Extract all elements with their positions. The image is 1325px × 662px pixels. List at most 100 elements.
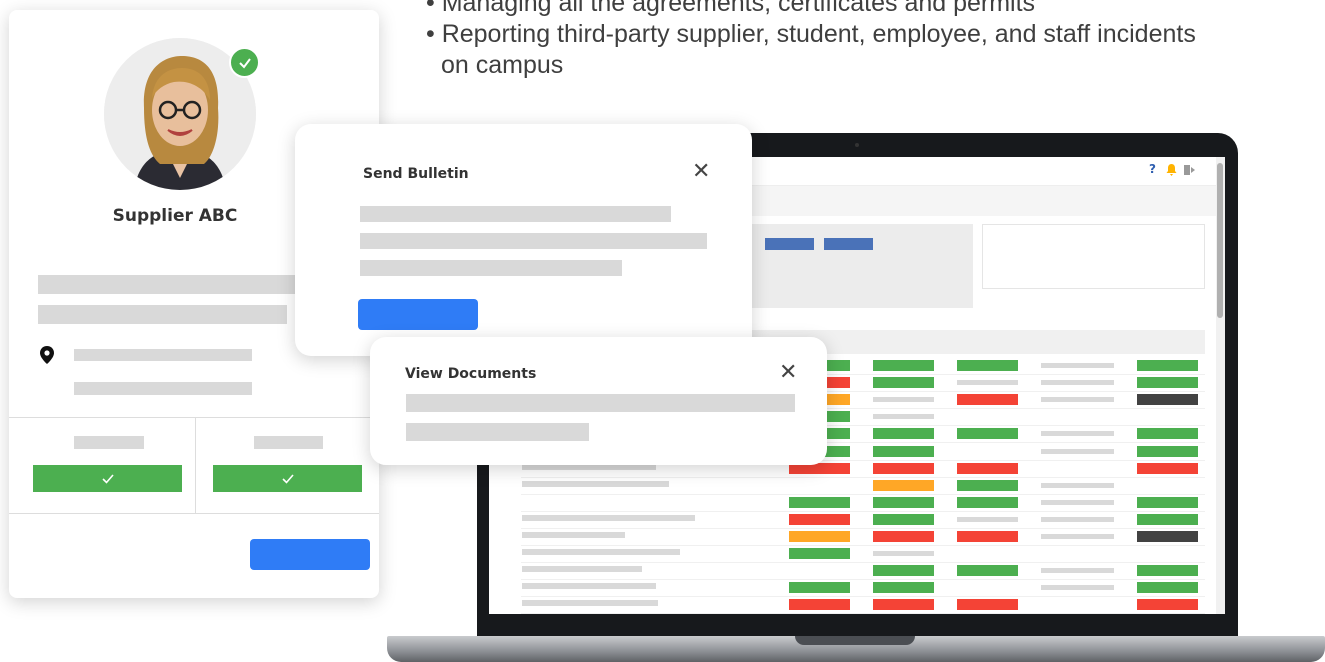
check-circle-icon (229, 47, 260, 78)
divider-vertical (195, 417, 196, 513)
feature-bullets: • Managing all the agreements, certifica… (426, 0, 1325, 81)
document-placeholder-2 (406, 423, 589, 441)
status-cell-green (789, 548, 850, 560)
status-cell-green (957, 479, 1018, 491)
status-cell-green (1137, 513, 1198, 525)
status-cell-green (789, 582, 850, 594)
status-cell-orange (873, 479, 934, 491)
filter-button-1[interactable] (765, 238, 814, 250)
status-cell-green (1137, 360, 1198, 371)
status-cell-grey (1041, 585, 1114, 591)
status-cell-dark (1137, 394, 1198, 406)
status-cell-grey (1041, 380, 1114, 386)
status-cell-grey (1041, 397, 1114, 403)
status-cell-grey (873, 397, 934, 403)
message-placeholder-2 (360, 233, 707, 249)
row-name-placeholder (522, 532, 625, 538)
bell-icon[interactable] (1166, 164, 1177, 176)
message-placeholder-1 (360, 206, 671, 222)
laptop-camera (855, 143, 859, 147)
status-cell-grey (1041, 516, 1114, 522)
bullet-line-1: • Managing all the agreements, certifica… (426, 0, 1036, 17)
address-placeholder-2 (74, 382, 252, 395)
row-name-placeholder (522, 549, 680, 556)
status-cell-green (1137, 565, 1198, 577)
scrollbar-thumb[interactable] (1217, 163, 1223, 318)
checkmark-icon (101, 473, 114, 484)
status-cell-dark (1137, 531, 1198, 542)
status-cell-grey (1041, 482, 1114, 488)
checkmark-icon (281, 473, 294, 484)
status-cell-orange (789, 531, 850, 542)
status-cell-green (1137, 496, 1198, 508)
status-cell-green (873, 428, 934, 440)
divider-top (9, 417, 379, 418)
status-label-placeholder-2 (254, 436, 323, 449)
status-cell-green (873, 377, 934, 389)
close-icon[interactable]: ✕ (779, 362, 797, 384)
status-cell-red (957, 599, 1018, 611)
row-name-placeholder (522, 583, 656, 590)
status-cell-grey (873, 551, 934, 557)
divider-bottom (9, 513, 379, 514)
bullet-line-2: • Reporting third-party supplier, studen… (426, 20, 1196, 48)
row-name-placeholder (522, 600, 658, 607)
status-cell-green (873, 565, 934, 577)
status-cell-grey (1041, 431, 1114, 437)
status-cell-green (1137, 582, 1198, 594)
modal-title: View Documents (405, 366, 537, 382)
modal-title: Send Bulletin (363, 166, 469, 182)
document-placeholder-1 (406, 394, 795, 412)
row-name-placeholder (522, 566, 642, 573)
status-cell-green (957, 565, 1018, 577)
status-cell-green (957, 360, 1018, 371)
status-cell-green (873, 496, 934, 508)
location-pin-icon (40, 346, 54, 364)
send-button[interactable] (358, 299, 478, 330)
laptop-notch (795, 636, 915, 645)
status-cell-red (873, 531, 934, 542)
status-cell-green (1137, 428, 1198, 440)
status-cell-grey (1041, 534, 1114, 539)
address-placeholder-1 (74, 349, 252, 361)
status-cell-grey (1041, 568, 1114, 574)
row-name-placeholder (522, 480, 669, 487)
status-cell-grey (873, 414, 934, 420)
status-cell-red (957, 394, 1018, 406)
status-cell-green (957, 428, 1018, 440)
status-cell-red (789, 599, 850, 611)
status-label-placeholder-1 (74, 436, 144, 449)
profile-action-button[interactable] (250, 539, 370, 570)
approve-toggle-1[interactable] (33, 465, 182, 492)
send-bulletin-modal: Send Bulletin ✕ (295, 124, 752, 356)
status-cell-green (789, 496, 850, 508)
status-cell-green (873, 582, 934, 594)
status-cell-red (957, 531, 1018, 542)
view-documents-modal: View Documents ✕ (370, 337, 827, 465)
status-cell-green (1137, 445, 1198, 457)
help-icon[interactable]: ? (1149, 162, 1156, 176)
status-cell-red (789, 513, 850, 525)
info-panel (982, 224, 1205, 289)
status-cell-red (1137, 462, 1198, 474)
bullet-line-3: on campus (441, 51, 564, 79)
status-cell-green (873, 445, 934, 457)
status-cell-red (1137, 599, 1198, 611)
status-cell-green (1137, 377, 1198, 389)
approve-toggle-2[interactable] (213, 465, 362, 492)
status-cell-red (873, 599, 934, 611)
detail-placeholder-1 (38, 275, 308, 294)
supplier-name: Supplier ABC (112, 206, 238, 226)
logout-icon[interactable] (1184, 164, 1196, 176)
status-cell-red (873, 462, 934, 474)
status-cell-green (873, 360, 934, 371)
status-cell-grey (957, 516, 1018, 522)
filter-button-2[interactable] (824, 238, 873, 250)
detail-placeholder-2 (38, 305, 287, 324)
row-name-placeholder (522, 514, 695, 521)
status-cell-grey (957, 380, 1018, 386)
status-cell-grey (1041, 448, 1114, 454)
status-cell-green (957, 496, 1018, 508)
close-icon[interactable]: ✕ (692, 161, 710, 183)
status-cell-red (957, 462, 1018, 474)
